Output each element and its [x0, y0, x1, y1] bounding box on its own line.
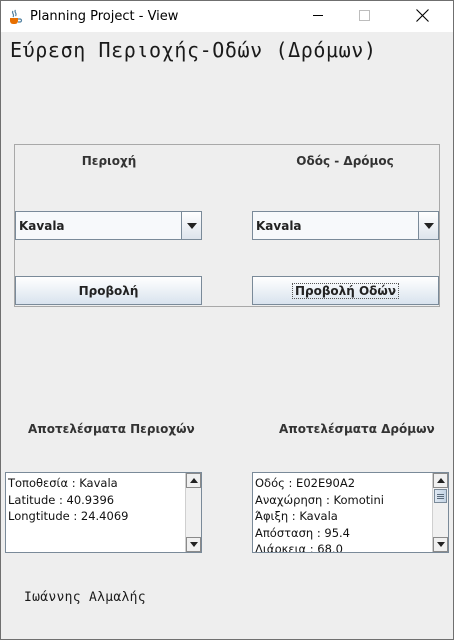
- road-result-line: Απόσταση : 95.4: [255, 525, 350, 540]
- area-results-label: Αποτελέσματα Περιοχών: [28, 422, 195, 436]
- road-combo[interactable]: Kavala: [252, 211, 439, 240]
- minimize-button[interactable]: [295, 1, 341, 32]
- road-result-line: Άφιξη : Kavala: [255, 509, 338, 523]
- area-result-line: Longtitude : 24.4069: [8, 509, 129, 523]
- road-combo-value: Kavala: [256, 219, 302, 233]
- area-label: Περιοχή: [81, 154, 137, 168]
- scroll-down-icon[interactable]: [433, 537, 448, 552]
- scroll-down-icon[interactable]: [186, 537, 201, 552]
- road-result-line: Αναχώρηση : Komotini: [255, 492, 384, 507]
- show-roads-button-label: Προβολή Οδών: [291, 282, 400, 299]
- maximize-icon: [358, 9, 370, 24]
- minimize-icon: [312, 10, 324, 24]
- area-result-line: Latitude : 40.9396: [8, 492, 115, 507]
- area-scrollbar[interactable]: [185, 473, 201, 552]
- road-results-text: Οδός : E02E90A2 Αναχώρηση : Komotini Άφι…: [255, 475, 384, 553]
- maximize-button[interactable]: [341, 1, 387, 32]
- show-area-button-label: Προβολή: [78, 283, 139, 298]
- scroll-up-icon[interactable]: [186, 473, 201, 488]
- java-cup-icon: [7, 9, 23, 25]
- show-area-button[interactable]: Προβολή: [15, 276, 202, 305]
- area-result-line: Τοποθεσία : Kavala: [8, 476, 118, 490]
- road-results-textarea[interactable]: Οδός : E02E90A2 Αναχώρηση : Komotini Άφι…: [252, 472, 449, 553]
- road-result-line: Οδός : E02E90A2: [255, 476, 356, 490]
- scrollbar-thumb[interactable]: [434, 489, 447, 503]
- author-name: Ιωάννης Αλμαλής: [24, 590, 146, 605]
- chevron-down-icon[interactable]: [181, 212, 201, 239]
- area-combo-value: Kavala: [19, 219, 65, 233]
- road-label: Οδός - Δρόμος: [296, 154, 394, 168]
- chevron-down-icon[interactable]: [418, 212, 438, 239]
- area-combo[interactable]: Kavala: [15, 211, 202, 240]
- app-window: Planning Project - View Εύρεση Περιοχής-…: [0, 0, 454, 640]
- area-results-text: Τοποθεσία : Kavala Latitude : 40.9396 Lo…: [8, 475, 128, 525]
- area-results-textarea[interactable]: Τοποθεσία : Kavala Latitude : 40.9396 Lo…: [5, 472, 202, 553]
- road-scrollbar[interactable]: [432, 473, 448, 552]
- road-results-label: Αποτελέσματα Δρόμων: [279, 422, 435, 436]
- show-roads-button[interactable]: Προβολή Οδών: [252, 276, 439, 305]
- scroll-up-icon[interactable]: [433, 473, 448, 488]
- title-bar[interactable]: Planning Project - View: [1, 1, 453, 32]
- window-title: Planning Project - View: [30, 9, 179, 24]
- road-result-line: Διάρκεια : 68.0: [255, 542, 343, 553]
- page-heading: Εύρεση Περιοχής-Οδών (Δρόμων): [10, 38, 377, 62]
- close-icon: [415, 8, 429, 25]
- close-button[interactable]: [399, 1, 445, 32]
